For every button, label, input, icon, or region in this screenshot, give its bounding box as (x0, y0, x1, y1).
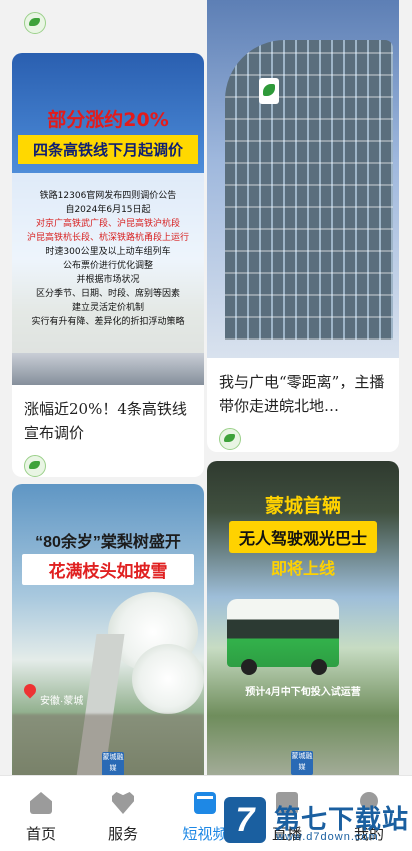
heart-icon (112, 792, 134, 814)
thumbnail-subheadline: 无人驾驶观光巴士 (229, 521, 377, 553)
author-avatar[interactable] (24, 12, 46, 34)
thumbnail-subheadline: 四条高铁线下月起调价 (18, 135, 198, 164)
tab-services[interactable]: 服务 (82, 776, 164, 851)
author-avatar[interactable] (219, 428, 241, 450)
watermark-url: www.d7down.com (276, 831, 379, 843)
thumbnail-headline: 部分涨约20% (47, 109, 169, 131)
home-icon (30, 792, 52, 814)
watermark-logo: 蒙城融媒 (291, 751, 313, 775)
author-avatar[interactable] (24, 455, 46, 477)
video-icon (194, 792, 216, 814)
video-thumbnail[interactable] (207, 0, 399, 358)
thumbnail-notice-text: 铁路12306官网发布四则调价公告 自2024年6月15日起 对京广高铁武广段、… (26, 191, 189, 327)
building-image (225, 40, 393, 340)
video-card[interactable]: 我与广电“零距离”，主播带你走进皖北地… (207, 0, 399, 452)
video-card[interactable]: 蒙城首辆 无人驾驶观光巴士 即将上线 预计4月中下旬投入试运营 蒙城融媒 (207, 461, 399, 775)
train-image (12, 353, 204, 385)
tab-label: 服务 (107, 826, 138, 843)
video-card[interactable]: 部分涨约20% 四条高铁线下月起调价 铁路12306官网发布四则调价公告 自20… (12, 53, 204, 477)
location-label: 安徽·蒙城 (40, 696, 84, 707)
video-title[interactable]: 涨幅近20%！4条高铁线宣布调价 (12, 385, 204, 445)
broadcast-logo-icon (259, 78, 279, 104)
bus-image (227, 599, 339, 667)
thumbnail-note: 预计4月中下旬投入试运营 (245, 687, 361, 698)
thumbnail-tagline: 即将上线 (270, 561, 335, 578)
video-thumbnail[interactable]: 部分涨约20% 四条高铁线下月起调价 铁路12306官网发布四则调价公告 自20… (12, 53, 204, 385)
watermark-logo-icon: 7 (224, 797, 266, 843)
site-watermark: 7 第七下载站 www.d7down.com (224, 797, 410, 847)
tab-home[interactable]: 首页 (0, 776, 82, 851)
tab-label: 首页 (25, 826, 56, 843)
video-thumbnail[interactable]: “80余岁”棠梨树盛开 花满枝头如披雪 安徽·蒙城 蒙城融媒 (12, 484, 204, 775)
video-title[interactable]: 我与广电“零距离”，主播带你走进皖北地… (207, 358, 399, 418)
video-thumbnail[interactable]: 蒙城首辆 无人驾驶观光巴士 即将上线 预计4月中下旬投入试运营 蒙城融媒 (207, 461, 399, 775)
watermark-logo: 蒙城融媒 (102, 752, 124, 775)
video-feed[interactable]: 部分涨约20% 四条高铁线下月起调价 铁路12306官网发布四则调价公告 自20… (0, 0, 412, 775)
thumbnail-subheadline: 花满枝头如披雪 (22, 554, 194, 585)
video-card[interactable]: “80余岁”棠梨树盛开 花满枝头如披雪 安徽·蒙城 蒙城融媒 (12, 484, 204, 775)
thumbnail-headline: “80余岁”棠梨树盛开 (35, 534, 181, 551)
thumbnail-headline: 蒙城首辆 (264, 496, 341, 517)
